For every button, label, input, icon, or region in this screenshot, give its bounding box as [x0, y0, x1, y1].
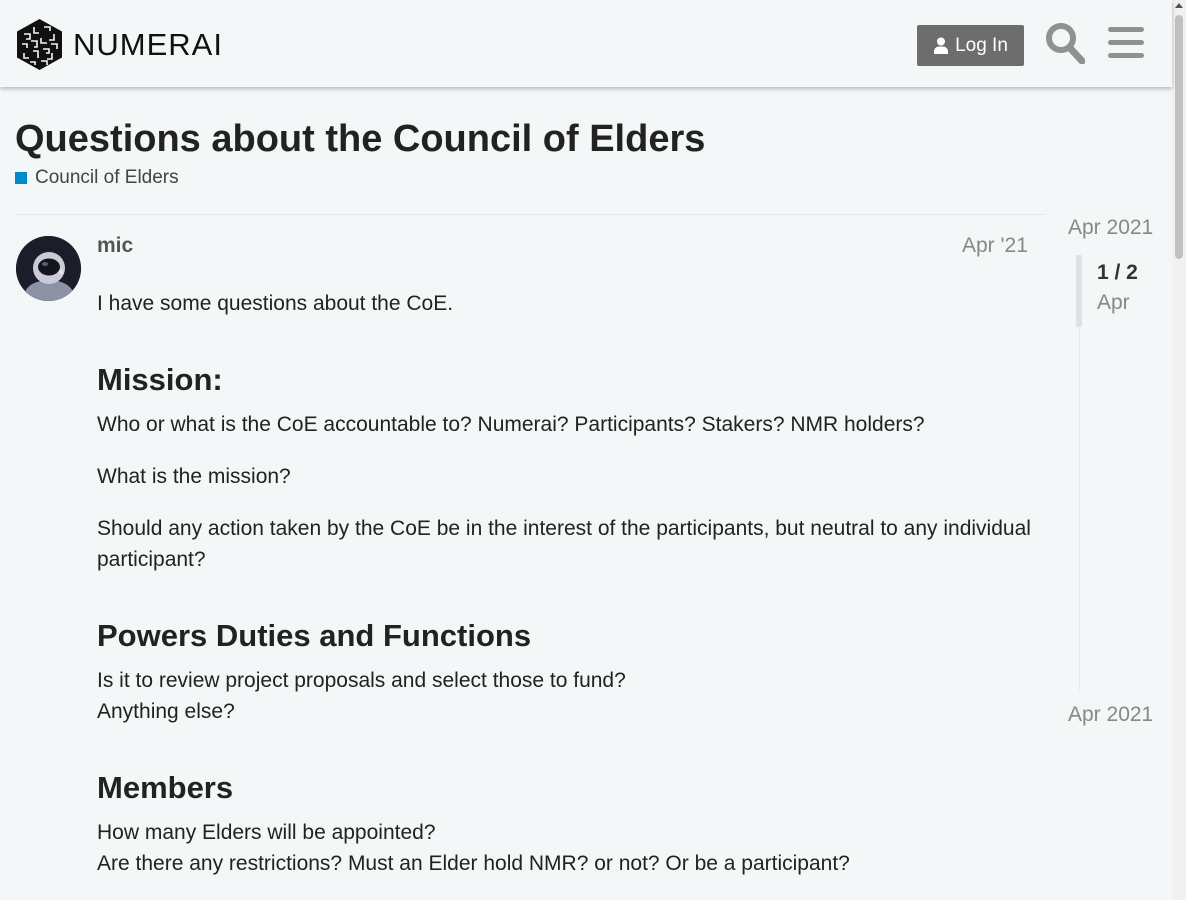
timeline-position: 1 / 2	[1097, 261, 1138, 284]
paragraph-line: Is it to review project proposals and se…	[97, 669, 626, 692]
paragraph: What is the mission?	[97, 465, 291, 488]
paragraph: Should any action taken by the CoE be in…	[97, 517, 1031, 571]
topic-title[interactable]: Questions about the Council of Elders	[15, 118, 705, 161]
timeline-current-date: Apr	[1097, 291, 1130, 314]
brand-name: NUMERAI	[73, 27, 223, 62]
astronaut-avatar-icon	[16, 236, 81, 301]
heading-powers: Powers Duties and Functions	[97, 618, 532, 653]
login-button-label: Log In	[955, 34, 1008, 56]
author-avatar[interactable]	[16, 236, 81, 301]
site-header: NUMERAI Log In	[0, 0, 1172, 87]
paragraph-line: How many Elders will be appointed?	[97, 821, 436, 844]
paragraph-line: Are there any restrictions? Must an Elde…	[97, 852, 850, 875]
post-body: I have some questions about the CoE. Mis…	[97, 288, 1037, 900]
category-color-swatch	[15, 172, 27, 184]
hamburger-menu-icon[interactable]	[1108, 27, 1144, 59]
category-name: Council of Elders	[35, 167, 179, 188]
paragraph: Who or what is the CoE accountable to? N…	[97, 413, 925, 436]
topic-divider	[16, 214, 1046, 215]
paragraph: Is it to review project proposals and se…	[97, 665, 1037, 727]
paragraph-line: Anything else?	[97, 700, 235, 723]
search-icon[interactable]	[1045, 22, 1085, 64]
timeline-start-date[interactable]: Apr 2021	[1068, 216, 1153, 240]
page-scrollbar[interactable]	[1172, 0, 1186, 900]
numerai-cube-logo-icon	[17, 19, 62, 70]
post-intro: I have some questions about the CoE.	[97, 292, 454, 315]
heading-members: Members	[97, 770, 234, 805]
home-logo-link[interactable]: NUMERAI	[16, 18, 223, 71]
category-badge[interactable]: Council of Elders	[15, 167, 179, 189]
timeline-end-date[interactable]: Apr 2021	[1068, 703, 1153, 727]
post-author[interactable]: mic	[97, 234, 133, 258]
scroll-up-arrow-icon[interactable]	[1175, 3, 1183, 8]
heading-mission: Mission:	[97, 362, 223, 397]
paragraph: How many Elders will be appointed? Are t…	[97, 817, 1037, 879]
user-icon	[934, 37, 949, 54]
login-button[interactable]: Log In	[917, 25, 1024, 66]
timeline-handle[interactable]	[1076, 255, 1082, 327]
post-date[interactable]: Apr '21	[962, 234, 1028, 258]
scrollbar-thumb[interactable]	[1175, 15, 1183, 259]
